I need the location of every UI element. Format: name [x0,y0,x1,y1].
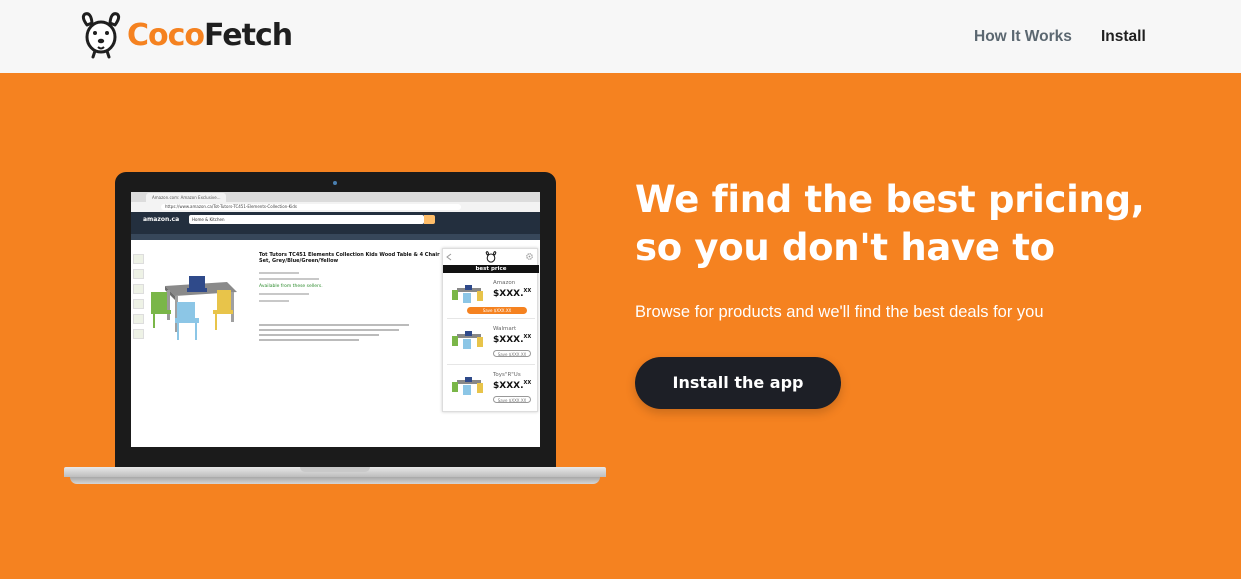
hero-headline: We find the best pricing, so you don't h… [635,178,1145,269]
product-availability: Available from these sellers. [259,284,323,289]
install-app-button[interactable]: Install the app [635,357,841,409]
offer-price: $XXX.XX [493,334,532,345]
amazon-search-button [424,215,435,224]
browser-url: https://www.amazon.ca/Tot-Tutors-TC451-E… [161,204,461,210]
brand-name: CocoFetch [127,17,293,53]
offer-store: Toys"R"Us [493,372,521,378]
offer-store: Walmart [493,326,517,332]
offer-store: Amazon [493,280,516,286]
cocofetch-extension-panel: best price Amazon $XXX.XX Save $XXX.XX W… [442,248,539,412]
laptop-camera [333,181,337,185]
product-color-line [259,300,289,302]
back-arrow-icon[interactable] [446,253,452,261]
product-thumbnails [133,254,145,344]
offer-save-button[interactable]: Save $XXX.XX [493,350,531,357]
product-thumbnail [133,329,144,339]
amazon-search: Home & Kitchen [189,215,424,224]
nav-link-how-it-works[interactable]: How It Works [974,28,1072,46]
extension-title: best price [443,265,539,273]
browser-tabbar: Amazon.com: Amazon Exclusive... [131,192,540,202]
laptop-lid: Amazon.com: Amazon Exclusive... https://… [115,172,556,469]
product-thumbnail [133,314,144,324]
browser-urlbar: https://www.amazon.ca/Tot-Tutors-TC451-E… [131,202,540,212]
top-nav: CocoFetch How It Works Install [0,0,1241,73]
product-meta [259,278,319,280]
offer-price: $XXX.XX [493,380,532,391]
product-thumbnail [133,254,144,264]
offer-card-walmart[interactable]: Walmart $XXX.XX Save $XXX.XX [447,321,535,365]
hero-subheadline: Browse for products and we'll find the b… [635,303,1044,321]
offer-card-amazon[interactable]: Amazon $XXX.XX Save $XXX.XX [447,275,535,319]
offer-product-image [452,377,483,395]
brand-name-part2: Fetch [204,17,293,53]
settings-gear-icon[interactable] [525,252,534,261]
offer-product-image [452,285,483,303]
product-bullets [259,324,419,344]
nav-link-install[interactable]: Install [1101,28,1146,46]
product-thumbnail [133,269,144,279]
product-title: Tot Tutors TC451 Elements Collection Kid… [259,252,440,264]
laptop-screen: Amazon.com: Amazon Exclusive... https://… [131,192,540,447]
amazon-subnav [131,234,540,240]
offer-product-image [452,331,483,349]
dog-logo-icon [485,251,497,263]
product-thumbnail [133,299,144,309]
brand-logo[interactable]: CocoFetch [79,11,293,59]
laptop-notch [300,467,370,472]
brand-name-part1: Coco [127,17,205,53]
laptop-mockup: Amazon.com: Amazon Exclusive... https://… [64,172,606,484]
laptop-base-bottom [70,477,600,484]
offer-price: $XXX.XX [493,288,532,299]
amazon-logo: amazon.ca [143,216,180,223]
browser-tab: Amazon.com: Amazon Exclusive... [146,193,226,202]
extension-header [443,249,539,265]
product-thumbnail [133,284,144,294]
offer-card-toysrus[interactable]: Toys"R"Us $XXX.XX Save $XXX.XX [447,367,535,411]
product-price-line [259,293,309,295]
dog-logo-icon [81,12,121,59]
offer-save-button[interactable]: Save $XXX.XX [467,307,527,314]
amazon-header: amazon.ca Home & Kitchen [131,212,540,234]
product-image [151,276,237,340]
offer-save-button[interactable]: Save $XXX.XX [493,396,531,403]
product-rating [259,272,299,274]
